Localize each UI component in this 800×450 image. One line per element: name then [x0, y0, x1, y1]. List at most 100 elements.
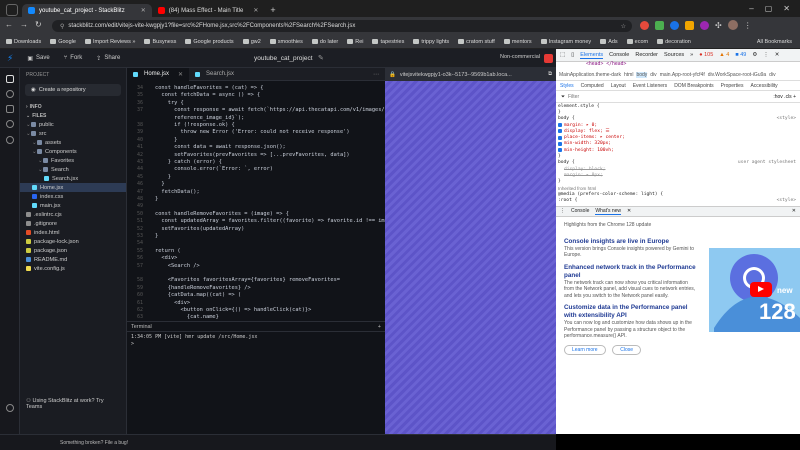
close-tab-icon[interactable]: ✕: [141, 7, 146, 14]
bookmark-item[interactable]: Busyness: [144, 39, 176, 45]
close-icon[interactable]: ✕: [178, 71, 183, 78]
bookmark-item[interactable]: cratom stuff: [458, 39, 495, 45]
checkbox-icon[interactable]: [558, 148, 562, 153]
breadcrumb-item[interactable]: main.App-root-yfcf4f: [660, 72, 705, 78]
code-editor[interactable]: 34 const handleFavorites = (cat) => {35 c…: [127, 81, 385, 321]
tab-sources[interactable]: Sources: [664, 52, 684, 58]
breadcrumb-item[interactable]: html: [624, 72, 633, 78]
settings-icon[interactable]: ⚙: [752, 52, 757, 58]
file-tree-item[interactable]: ⌄ assets: [20, 138, 126, 147]
file-tree-item[interactable]: .eslintrc.cjs: [20, 210, 126, 219]
close-button[interactable]: Close: [612, 344, 642, 355]
style-rule-line[interactable]: :root {<style>: [558, 197, 800, 203]
breadcrumb-item[interactable]: div: [650, 72, 656, 78]
breadcrumb-item[interactable]: div.WorkSpace-root-iGu9a: [708, 72, 766, 78]
user-avatar[interactable]: [544, 54, 553, 63]
bug-report-link[interactable]: Something broken? File a bug!: [60, 440, 128, 446]
browser-tab-youtube[interactable]: (84) Mass Effect - Main Title ✕: [152, 4, 265, 17]
address-bar[interactable]: ⚲ stackblitz.com/edit/vitejs-vite-kwgpjy…: [52, 20, 632, 32]
bookmark-item[interactable]: Rei: [347, 39, 363, 45]
file-tree-item[interactable]: .gitignore: [20, 219, 126, 228]
new-tab-icon[interactable]: +: [270, 5, 275, 15]
maximize-icon[interactable]: ▢: [765, 4, 773, 13]
file-tree-item[interactable]: index.html: [20, 228, 126, 237]
create-repository-button[interactable]: ◉ Create a repository: [25, 84, 121, 96]
bookmark-item[interactable]: mentors: [503, 39, 532, 45]
info-count[interactable]: ■ 49: [735, 52, 746, 58]
minimize-icon[interactable]: –: [749, 4, 753, 13]
close-drawer-icon[interactable]: ✕: [792, 208, 796, 214]
tab-search-jsx[interactable]: Search.jsx: [189, 68, 240, 81]
file-tree-item[interactable]: package.json: [20, 246, 126, 255]
teams-promo[interactable]: ⚇ Using StackBlitz at work? Try Teams: [20, 396, 127, 420]
bookmark-item[interactable]: Google: [50, 39, 76, 45]
site-info-icon[interactable]: ⚲: [60, 23, 64, 30]
terminal-panel[interactable]: Terminal + 1:34:05 PM [vite] hmr update …: [127, 321, 385, 434]
files-icon[interactable]: [5, 75, 14, 83]
files-section[interactable]: ⌄ FILES: [20, 111, 126, 120]
menu-icon[interactable]: ⋮: [744, 21, 752, 30]
file-tree-item[interactable]: package-lock.json: [20, 237, 126, 246]
tab-recorder[interactable]: Recorder: [635, 52, 658, 58]
bookmark-star-icon[interactable]: ☆: [621, 23, 626, 30]
drawer-menu-icon[interactable]: ⋮: [560, 208, 565, 214]
bookmark-item[interactable]: smoothies: [269, 39, 303, 45]
edit-icon[interactable]: ✎: [318, 54, 324, 62]
warning-count[interactable]: ▲ 4: [719, 52, 729, 58]
file-tree-item[interactable]: README.md: [20, 255, 126, 264]
tab-drawer-console[interactable]: Console: [571, 208, 589, 214]
file-tree-item[interactable]: vite.config.js: [20, 264, 126, 273]
search-icon[interactable]: [5, 90, 14, 98]
all-bookmarks[interactable]: All Bookmarks: [757, 39, 792, 45]
tab-home-jsx[interactable]: Home.jsx ✕: [127, 67, 190, 81]
styles-subtab[interactable]: Computed: [581, 83, 604, 89]
close-devtools-icon[interactable]: ✕: [775, 52, 780, 58]
device-toggle-icon[interactable]: ▯: [571, 52, 574, 58]
file-tree-item[interactable]: main.jsx: [20, 201, 126, 210]
rule-source[interactable]: user agent stylesheet: [738, 160, 796, 165]
rule-source[interactable]: <style>: [777, 116, 796, 121]
checkbox-icon[interactable]: [558, 135, 562, 140]
github-icon[interactable]: [5, 120, 14, 128]
close-tab-icon[interactable]: ✕: [627, 208, 631, 214]
devtools-menu-icon[interactable]: ⋮: [763, 52, 769, 58]
file-tree-item[interactable]: Home.jsx: [20, 183, 126, 192]
breadcrumb-item[interactable]: div: [769, 72, 775, 78]
checkbox-icon[interactable]: [558, 129, 562, 134]
fork-button[interactable]: ⑂ Fork: [64, 55, 83, 61]
inspect-icon[interactable]: ⬚: [560, 52, 565, 58]
account-icon[interactable]: [5, 404, 14, 412]
puzzle-icon[interactable]: ✣: [715, 21, 722, 30]
bookmark-item[interactable]: trippy lights: [413, 39, 449, 45]
bookmark-item[interactable]: Ads: [600, 39, 618, 45]
chrome-128-video-thumbnail[interactable]: new 128: [709, 248, 800, 332]
reload-icon[interactable]: ↻: [35, 20, 42, 29]
save-button[interactable]: ▣ Save: [27, 55, 49, 62]
file-tree-item[interactable]: ⌄ public: [20, 120, 126, 129]
tab-whats-new[interactable]: What's new: [595, 208, 622, 215]
styles-subtab[interactable]: Properties: [721, 83, 744, 89]
file-tree-item[interactable]: index.css: [20, 192, 126, 201]
settings-icon[interactable]: [5, 136, 14, 144]
bookmark-item[interactable]: Instagram money: [540, 39, 591, 45]
bookmark-item[interactable]: ecom: [626, 39, 648, 45]
breadcrumb-item[interactable]: body: [636, 72, 648, 78]
non-commercial-badge[interactable]: Non-commercial: [500, 54, 540, 60]
extension-icon[interactable]: [685, 20, 694, 30]
tab-elements[interactable]: Elements: [580, 52, 604, 59]
bookmark-item[interactable]: Downloads: [6, 39, 41, 45]
split-editor-icon[interactable]: ⋯: [373, 71, 379, 78]
avatar[interactable]: [727, 20, 738, 30]
styles-subtab[interactable]: DOM Breakpoints: [674, 83, 713, 89]
more-tabs-icon[interactable]: »: [690, 52, 693, 58]
file-tree-item[interactable]: ⌄ Favorites: [20, 156, 126, 165]
preview-pane[interactable]: 🔒 vitejsvitekwgpjy1-o3k--5173--9569b1ab.…: [385, 68, 556, 434]
stackblitz-logo-icon[interactable]: ⚡: [7, 53, 13, 64]
forward-icon[interactable]: →: [20, 20, 28, 29]
browser-tab-stackblitz[interactable]: youtube_cat_project - StackBlitz ✕: [22, 4, 152, 17]
project-title[interactable]: youtube_cat_project: [254, 55, 313, 62]
bookmark-item[interactable]: gw2: [242, 39, 261, 45]
styles-subtab[interactable]: Styles: [560, 83, 574, 89]
bookmark-item[interactable]: Google products: [185, 39, 234, 45]
back-icon[interactable]: ←: [5, 20, 13, 29]
